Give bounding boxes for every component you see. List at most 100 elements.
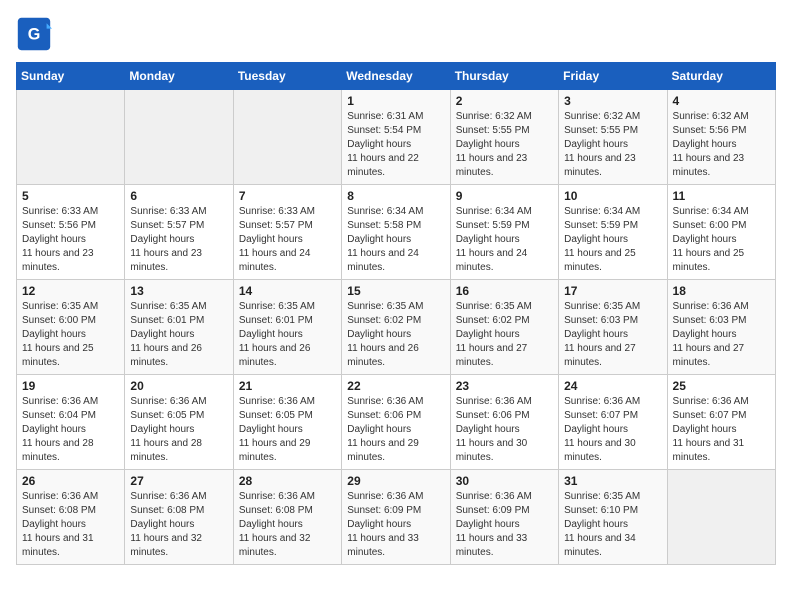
day-number: 24 [564,379,661,393]
day-number: 17 [564,284,661,298]
calendar-cell: 14 Sunrise: 6:35 AMSunset: 6:01 PMDayligh… [233,280,341,375]
day-number: 14 [239,284,336,298]
day-info: Sunrise: 6:36 AMSunset: 6:03 PMDaylight … [673,300,770,370]
calendar-week-row: 19 Sunrise: 6:36 AMSunset: 6:04 PMDayligh… [17,375,776,470]
day-number: 12 [22,284,119,298]
calendar-cell: 15Sunrise: 6:35 AMSunset: 6:02 PMDayligh… [342,280,450,375]
day-number: 18 [673,284,770,298]
day-number: 2 [456,94,553,108]
day-number: 23 [456,379,553,393]
weekday-header-friday: Friday [559,63,667,90]
calendar-week-row: 26 Sunrise: 6:36 AMSunset: 6:08 PMDayligh… [17,470,776,565]
day-info: Sunrise: 6:32 AMSunset: 5:55 PMDaylight … [564,110,661,180]
day-info: Sunrise: 6:36 AMSunset: 6:09 PMDaylight … [456,490,553,560]
day-info: Sunrise: 6:33 AMSunset: 5:57 PMDaylight … [130,205,227,275]
calendar-week-row: 12 Sunrise: 6:35 AMSunset: 6:00 PMDayligh… [17,280,776,375]
calendar-cell [233,90,341,185]
calendar-cell: 24 Sunrise: 6:36 AMSunset: 6:07 PMDayligh… [559,375,667,470]
day-info: Sunrise: 6:36 AMSunset: 6:09 PMDaylight … [347,490,444,560]
day-info: Sunrise: 6:32 AMSunset: 5:56 PMDaylight … [673,110,770,180]
day-number: 10 [564,189,661,203]
calendar-cell: 3 Sunrise: 6:32 AMSunset: 5:55 PMDaylight… [559,90,667,185]
weekday-header-wednesday: Wednesday [342,63,450,90]
day-info: Sunrise: 6:35 AMSunset: 6:10 PMDaylight … [564,490,661,560]
calendar-week-row: 1Sunrise: 6:31 AMSunset: 5:54 PMDaylight… [17,90,776,185]
day-info: Sunrise: 6:32 AMSunset: 5:55 PMDaylight … [456,110,553,180]
day-number: 8 [347,189,444,203]
day-number: 21 [239,379,336,393]
day-info: Sunrise: 6:36 AMSunset: 6:07 PMDaylight … [564,395,661,465]
day-number: 15 [347,284,444,298]
calendar-cell: 5Sunrise: 6:33 AMSunset: 5:56 PMDaylight… [17,185,125,280]
day-info: Sunrise: 6:33 AMSunset: 5:56 PMDaylight … [22,205,119,275]
day-number: 11 [673,189,770,203]
weekday-header-saturday: Saturday [667,63,775,90]
day-info: Sunrise: 6:36 AMSunset: 6:08 PMDaylight … [130,490,227,560]
day-number: 27 [130,474,227,488]
calendar-cell: 31 Sunrise: 6:35 AMSunset: 6:10 PMDayligh… [559,470,667,565]
day-info: Sunrise: 6:31 AMSunset: 5:54 PMDaylight … [347,110,444,180]
logo: G [16,16,56,52]
calendar-cell: 22Sunrise: 6:36 AMSunset: 6:06 PMDayligh… [342,375,450,470]
calendar-cell: 17 Sunrise: 6:35 AMSunset: 6:03 PMDayligh… [559,280,667,375]
weekday-header-monday: Monday [125,63,233,90]
calendar-cell: 27 Sunrise: 6:36 AMSunset: 6:08 PMDayligh… [125,470,233,565]
calendar-cell: 4 Sunrise: 6:32 AMSunset: 5:56 PMDaylight… [667,90,775,185]
calendar-week-row: 5Sunrise: 6:33 AMSunset: 5:56 PMDaylight… [17,185,776,280]
day-info: Sunrise: 6:34 AMSunset: 6:00 PMDaylight … [673,205,770,275]
calendar-cell: 6Sunrise: 6:33 AMSunset: 5:57 PMDaylight… [125,185,233,280]
day-info: Sunrise: 6:36 AMSunset: 6:08 PMDaylight … [239,490,336,560]
weekday-header-tuesday: Tuesday [233,63,341,90]
day-info: Sunrise: 6:35 AMSunset: 6:01 PMDaylight … [130,300,227,370]
day-info: Sunrise: 6:36 AMSunset: 6:05 PMDaylight … [130,395,227,465]
calendar-cell: 26 Sunrise: 6:36 AMSunset: 6:08 PMDayligh… [17,470,125,565]
day-info: Sunrise: 6:34 AMSunset: 5:59 PMDaylight … [456,205,553,275]
calendar-cell: 2 Sunrise: 6:32 AMSunset: 5:55 PMDaylight… [450,90,558,185]
day-info: Sunrise: 6:35 AMSunset: 6:01 PMDaylight … [239,300,336,370]
calendar-cell: 18 Sunrise: 6:36 AMSunset: 6:03 PMDayligh… [667,280,775,375]
calendar-table: SundayMondayTuesdayWednesdayThursdayFrid… [16,62,776,565]
day-number: 16 [456,284,553,298]
day-info: Sunrise: 6:36 AMSunset: 6:06 PMDaylight … [347,395,444,465]
day-info: Sunrise: 6:36 AMSunset: 6:07 PMDaylight … [673,395,770,465]
calendar-cell: 12 Sunrise: 6:35 AMSunset: 6:00 PMDayligh… [17,280,125,375]
logo-icon: G [16,16,52,52]
calendar-cell: 16Sunrise: 6:35 AMSunset: 6:02 PMDayligh… [450,280,558,375]
weekday-header-thursday: Thursday [450,63,558,90]
day-number: 26 [22,474,119,488]
day-info: Sunrise: 6:36 AMSunset: 6:05 PMDaylight … [239,395,336,465]
calendar-cell [125,90,233,185]
calendar-cell: 29 Sunrise: 6:36 AMSunset: 6:09 PMDayligh… [342,470,450,565]
calendar-cell: 10 Sunrise: 6:34 AMSunset: 5:59 PMDayligh… [559,185,667,280]
day-info: Sunrise: 6:34 AMSunset: 5:58 PMDaylight … [347,205,444,275]
page-header: G [16,16,776,52]
day-number: 29 [347,474,444,488]
calendar-cell: 21 Sunrise: 6:36 AMSunset: 6:05 PMDayligh… [233,375,341,470]
calendar-cell: 30 Sunrise: 6:36 AMSunset: 6:09 PMDayligh… [450,470,558,565]
day-number: 31 [564,474,661,488]
day-number: 20 [130,379,227,393]
day-number: 19 [22,379,119,393]
day-number: 4 [673,94,770,108]
calendar-cell [667,470,775,565]
calendar-cell: 1Sunrise: 6:31 AMSunset: 5:54 PMDaylight… [342,90,450,185]
calendar-cell: 7Sunrise: 6:33 AMSunset: 5:57 PMDaylight… [233,185,341,280]
day-info: Sunrise: 6:35 AMSunset: 6:00 PMDaylight … [22,300,119,370]
day-number: 3 [564,94,661,108]
day-number: 28 [239,474,336,488]
day-number: 25 [673,379,770,393]
day-info: Sunrise: 6:36 AMSunset: 6:08 PMDaylight … [22,490,119,560]
calendar-cell: 20 Sunrise: 6:36 AMSunset: 6:05 PMDayligh… [125,375,233,470]
calendar-cell: 25 Sunrise: 6:36 AMSunset: 6:07 PMDayligh… [667,375,775,470]
calendar-cell: 23 Sunrise: 6:36 AMSunset: 6:06 PMDayligh… [450,375,558,470]
calendar-cell: 19 Sunrise: 6:36 AMSunset: 6:04 PMDayligh… [17,375,125,470]
calendar-header-row: SundayMondayTuesdayWednesdayThursdayFrid… [17,63,776,90]
day-info: Sunrise: 6:34 AMSunset: 5:59 PMDaylight … [564,205,661,275]
day-info: Sunrise: 6:33 AMSunset: 5:57 PMDaylight … [239,205,336,275]
day-number: 13 [130,284,227,298]
day-info: Sunrise: 6:35 AMSunset: 6:03 PMDaylight … [564,300,661,370]
day-info: Sunrise: 6:36 AMSunset: 6:04 PMDaylight … [22,395,119,465]
day-info: Sunrise: 6:36 AMSunset: 6:06 PMDaylight … [456,395,553,465]
day-number: 30 [456,474,553,488]
svg-text:G: G [28,25,41,43]
